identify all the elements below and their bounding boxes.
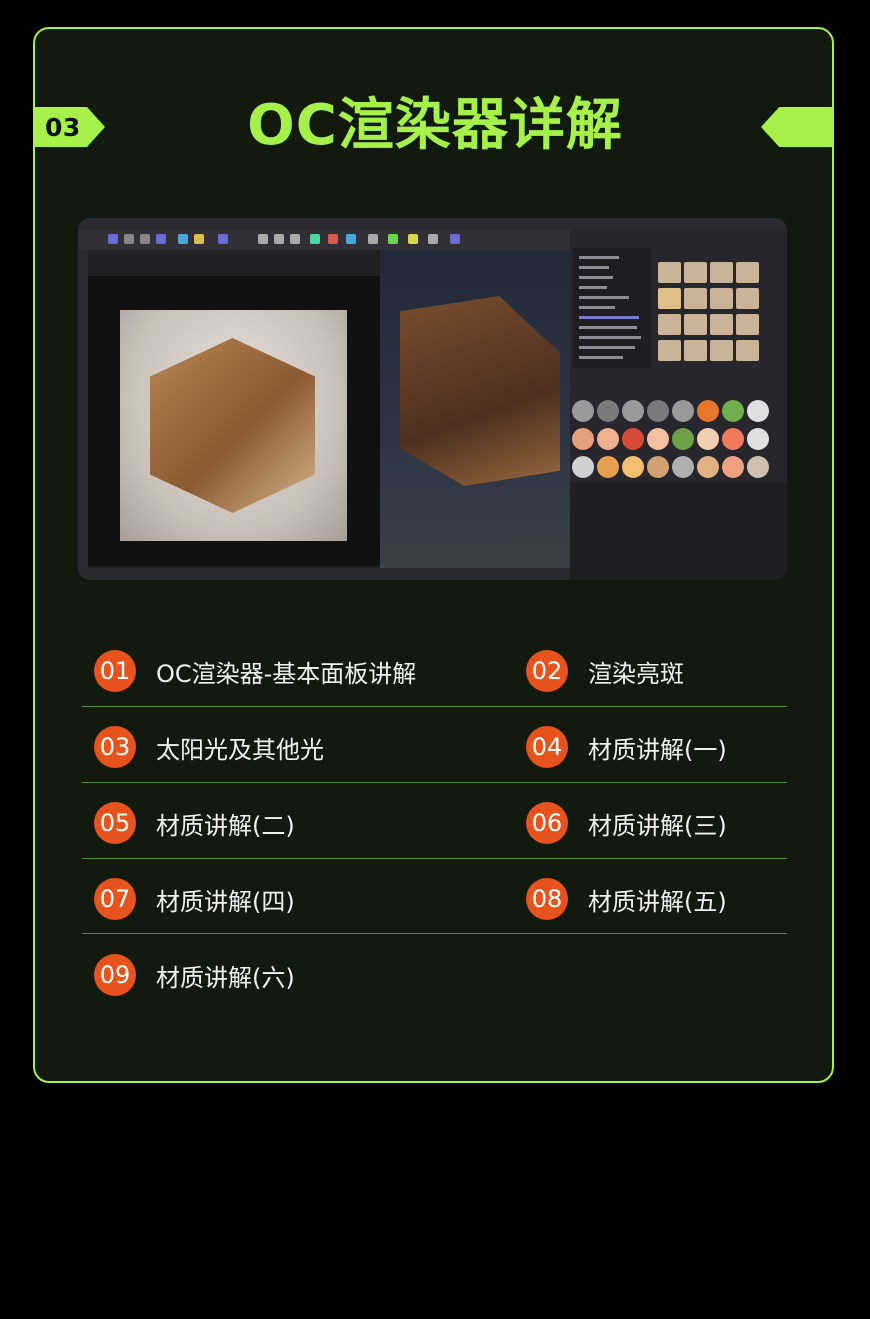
- row-divider: [82, 858, 787, 859]
- lesson-item: 08 材质讲解(五): [526, 878, 727, 920]
- lesson-number: 04: [526, 726, 568, 768]
- lesson-number: 02: [526, 650, 568, 692]
- lesson-label: OC渲染器-基本面板讲解: [156, 659, 417, 688]
- asset-tree: [573, 248, 651, 368]
- lesson-item: 07 材质讲解(四): [94, 878, 295, 920]
- lesson-item: 04 材质讲解(一): [526, 726, 727, 768]
- section-title: OC渲染器详解: [247, 93, 623, 158]
- attribute-panel: [570, 483, 787, 580]
- lesson-number: 09: [94, 954, 136, 996]
- software-screenshot: [78, 218, 787, 580]
- lesson-label: 渲染亮斑: [588, 659, 684, 688]
- menu-bar: [78, 218, 787, 230]
- row-divider: [82, 706, 787, 707]
- material-swatches: [570, 396, 787, 478]
- lesson-item: 09 材质讲解(六): [94, 954, 295, 996]
- lesson-label: 材质讲解(二): [156, 811, 295, 840]
- lesson-number: 01: [94, 650, 136, 692]
- lesson-label: 材质讲解(五): [588, 887, 727, 916]
- lesson-label: 材质讲解(六): [156, 963, 295, 992]
- lesson-item: 05 材质讲解(二): [94, 802, 295, 844]
- lesson-number: 08: [526, 878, 568, 920]
- toolbar: [78, 230, 578, 250]
- lesson-number: 03: [94, 726, 136, 768]
- asset-thumbnails: [656, 260, 786, 370]
- lesson-label: 材质讲解(三): [588, 811, 727, 840]
- lesson-item: 03 太阳光及其他光: [94, 726, 324, 768]
- lesson-item: 01 OC渲染器-基本面板讲解: [94, 650, 416, 692]
- timeline: [78, 568, 570, 580]
- lesson-number: 07: [94, 878, 136, 920]
- lesson-label: 太阳光及其他光: [156, 735, 324, 764]
- left-tool-column: [78, 250, 88, 580]
- row-divider: [82, 782, 787, 783]
- row-divider: [82, 933, 787, 934]
- lesson-label: 材质讲解(四): [156, 887, 295, 916]
- lesson-number: 05: [94, 802, 136, 844]
- lesson-item: 02 渲染亮斑: [526, 650, 684, 692]
- lesson-label: 材质讲解(一): [588, 735, 727, 764]
- lesson-item: 06 材质讲解(三): [526, 802, 727, 844]
- lesson-number: 06: [526, 802, 568, 844]
